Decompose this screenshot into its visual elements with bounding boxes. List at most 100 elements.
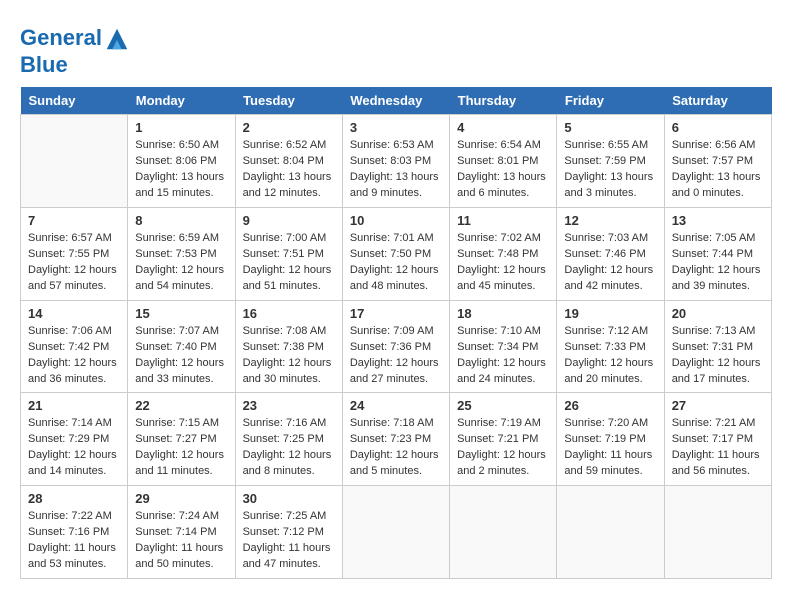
day-info: Sunrise: 7:12 AMSunset: 7:33 PMDaylight:… xyxy=(564,324,656,388)
day-info: Sunrise: 7:08 AMSunset: 7:38 PMDaylight:… xyxy=(243,324,335,388)
day-info: Sunrise: 7:07 AMSunset: 7:40 PMDaylight:… xyxy=(135,324,227,388)
day-info: Sunrise: 7:01 AMSunset: 7:50 PMDaylight:… xyxy=(350,231,442,295)
calendar-cell: 27 Sunrise: 7:21 AMSunset: 7:17 PMDayligh… xyxy=(664,393,771,486)
calendar-cell: 24 Sunrise: 7:18 AMSunset: 7:23 PMDayligh… xyxy=(342,393,449,486)
day-number: 15 xyxy=(135,306,227,321)
day-number: 5 xyxy=(564,120,656,135)
day-info: Sunrise: 7:09 AMSunset: 7:36 PMDaylight:… xyxy=(350,324,442,388)
day-number: 6 xyxy=(672,120,764,135)
calendar-cell: 6 Sunrise: 6:56 AMSunset: 7:57 PMDaylight… xyxy=(664,115,771,208)
day-number: 7 xyxy=(28,213,120,228)
calendar-cell: 11Sunrise: 7:02 AMSunset: 7:48 PMDayligh… xyxy=(450,207,557,300)
calendar-table: SundayMondayTuesdayWednesdayThursdayFrid… xyxy=(20,87,772,579)
day-number: 20 xyxy=(672,306,764,321)
calendar-cell xyxy=(450,486,557,579)
day-info: Sunrise: 7:22 AMSunset: 7:16 PMDaylight:… xyxy=(28,509,120,573)
calendar-cell: 12 Sunrise: 7:03 AMSunset: 7:46 PMDayligh… xyxy=(557,207,664,300)
day-number: 23 xyxy=(243,398,335,413)
day-info: Sunrise: 6:57 AMSunset: 7:55 PMDaylight:… xyxy=(28,231,120,295)
day-info: Sunrise: 7:25 AMSunset: 7:12 PMDaylight:… xyxy=(243,509,335,573)
day-number: 14 xyxy=(28,306,120,321)
day-info: Sunrise: 7:15 AMSunset: 7:27 PMDaylight:… xyxy=(135,416,227,480)
day-info: Sunrise: 7:06 AMSunset: 7:42 PMDaylight:… xyxy=(28,324,120,388)
calendar-cell: 17 Sunrise: 7:09 AMSunset: 7:36 PMDayligh… xyxy=(342,300,449,393)
day-number: 24 xyxy=(350,398,442,413)
calendar-cell: 2 Sunrise: 6:52 AMSunset: 8:04 PMDaylight… xyxy=(235,115,342,208)
day-info: Sunrise: 7:21 AMSunset: 7:17 PMDaylight:… xyxy=(672,416,764,480)
day-info: Sunrise: 6:50 AMSunset: 8:06 PMDaylight:… xyxy=(135,138,227,202)
calendar-cell: 18 Sunrise: 7:10 AMSunset: 7:34 PMDayligh… xyxy=(450,300,557,393)
calendar-cell: 21 Sunrise: 7:14 AMSunset: 7:29 PMDayligh… xyxy=(21,393,128,486)
day-number: 28 xyxy=(28,491,120,506)
day-info: Sunrise: 6:53 AMSunset: 8:03 PMDaylight:… xyxy=(350,138,442,202)
col-header-monday: Monday xyxy=(128,87,235,115)
day-info: Sunrise: 6:52 AMSunset: 8:04 PMDaylight:… xyxy=(243,138,335,202)
day-info: Sunrise: 6:56 AMSunset: 7:57 PMDaylight:… xyxy=(672,138,764,202)
calendar-cell: 22 Sunrise: 7:15 AMSunset: 7:27 PMDayligh… xyxy=(128,393,235,486)
day-info: Sunrise: 6:59 AMSunset: 7:53 PMDaylight:… xyxy=(135,231,227,295)
day-number: 1 xyxy=(135,120,227,135)
day-number: 12 xyxy=(564,213,656,228)
day-info: Sunrise: 7:19 AMSunset: 7:21 PMDaylight:… xyxy=(457,416,549,480)
day-number: 4 xyxy=(457,120,549,135)
day-info: Sunrise: 7:13 AMSunset: 7:31 PMDaylight:… xyxy=(672,324,764,388)
day-number: 13 xyxy=(672,213,764,228)
day-number: 8 xyxy=(135,213,227,228)
day-number: 3 xyxy=(350,120,442,135)
day-info: Sunrise: 7:20 AMSunset: 7:19 PMDaylight:… xyxy=(564,416,656,480)
day-number: 10 xyxy=(350,213,442,228)
calendar-cell: 20 Sunrise: 7:13 AMSunset: 7:31 PMDayligh… xyxy=(664,300,771,393)
day-info: Sunrise: 7:24 AMSunset: 7:14 PMDaylight:… xyxy=(135,509,227,573)
col-header-friday: Friday xyxy=(557,87,664,115)
day-info: Sunrise: 6:54 AMSunset: 8:01 PMDaylight:… xyxy=(457,138,549,202)
day-number: 17 xyxy=(350,306,442,321)
calendar-cell: 19 Sunrise: 7:12 AMSunset: 7:33 PMDayligh… xyxy=(557,300,664,393)
calendar-cell: 13 Sunrise: 7:05 AMSunset: 7:44 PMDayligh… xyxy=(664,207,771,300)
calendar-cell xyxy=(664,486,771,579)
day-number: 22 xyxy=(135,398,227,413)
day-info: Sunrise: 7:16 AMSunset: 7:25 PMDaylight:… xyxy=(243,416,335,480)
day-number: 29 xyxy=(135,491,227,506)
col-header-sunday: Sunday xyxy=(21,87,128,115)
calendar-cell: 26 Sunrise: 7:20 AMSunset: 7:19 PMDayligh… xyxy=(557,393,664,486)
day-info: Sunrise: 7:05 AMSunset: 7:44 PMDaylight:… xyxy=(672,231,764,295)
calendar-cell: 16 Sunrise: 7:08 AMSunset: 7:38 PMDayligh… xyxy=(235,300,342,393)
day-info: Sunrise: 7:03 AMSunset: 7:46 PMDaylight:… xyxy=(564,231,656,295)
calendar-cell: 4 Sunrise: 6:54 AMSunset: 8:01 PMDaylight… xyxy=(450,115,557,208)
calendar-cell: 5 Sunrise: 6:55 AMSunset: 7:59 PMDaylight… xyxy=(557,115,664,208)
day-number: 2 xyxy=(243,120,335,135)
calendar-cell: 23 Sunrise: 7:16 AMSunset: 7:25 PMDayligh… xyxy=(235,393,342,486)
col-header-tuesday: Tuesday xyxy=(235,87,342,115)
calendar-cell xyxy=(342,486,449,579)
page-header: General Blue xyxy=(20,20,772,77)
day-info: Sunrise: 7:18 AMSunset: 7:23 PMDaylight:… xyxy=(350,416,442,480)
day-number: 27 xyxy=(672,398,764,413)
logo: General Blue xyxy=(20,25,132,77)
col-header-wednesday: Wednesday xyxy=(342,87,449,115)
calendar-cell: 28 Sunrise: 7:22 AMSunset: 7:16 PMDayligh… xyxy=(21,486,128,579)
day-number: 19 xyxy=(564,306,656,321)
day-number: 26 xyxy=(564,398,656,413)
day-info: Sunrise: 7:10 AMSunset: 7:34 PMDaylight:… xyxy=(457,324,549,388)
col-header-thursday: Thursday xyxy=(450,87,557,115)
day-info: Sunrise: 7:00 AMSunset: 7:51 PMDaylight:… xyxy=(243,231,335,295)
day-number: 30 xyxy=(243,491,335,506)
calendar-cell: 14 Sunrise: 7:06 AMSunset: 7:42 PMDayligh… xyxy=(21,300,128,393)
day-number: 11 xyxy=(457,213,549,228)
calendar-cell: 29 Sunrise: 7:24 AMSunset: 7:14 PMDayligh… xyxy=(128,486,235,579)
calendar-cell: 30 Sunrise: 7:25 AMSunset: 7:12 PMDayligh… xyxy=(235,486,342,579)
calendar-cell xyxy=(557,486,664,579)
day-info: Sunrise: 6:55 AMSunset: 7:59 PMDaylight:… xyxy=(564,138,656,202)
col-header-saturday: Saturday xyxy=(664,87,771,115)
calendar-cell: 25 Sunrise: 7:19 AMSunset: 7:21 PMDayligh… xyxy=(450,393,557,486)
day-number: 9 xyxy=(243,213,335,228)
day-number: 25 xyxy=(457,398,549,413)
day-number: 18 xyxy=(457,306,549,321)
calendar-cell: 3 Sunrise: 6:53 AMSunset: 8:03 PMDaylight… xyxy=(342,115,449,208)
day-number: 16 xyxy=(243,306,335,321)
day-number: 21 xyxy=(28,398,120,413)
day-info: Sunrise: 7:14 AMSunset: 7:29 PMDaylight:… xyxy=(28,416,120,480)
calendar-cell: 15 Sunrise: 7:07 AMSunset: 7:40 PMDayligh… xyxy=(128,300,235,393)
calendar-cell: 10 Sunrise: 7:01 AMSunset: 7:50 PMDayligh… xyxy=(342,207,449,300)
calendar-cell: 8 Sunrise: 6:59 AMSunset: 7:53 PMDaylight… xyxy=(128,207,235,300)
